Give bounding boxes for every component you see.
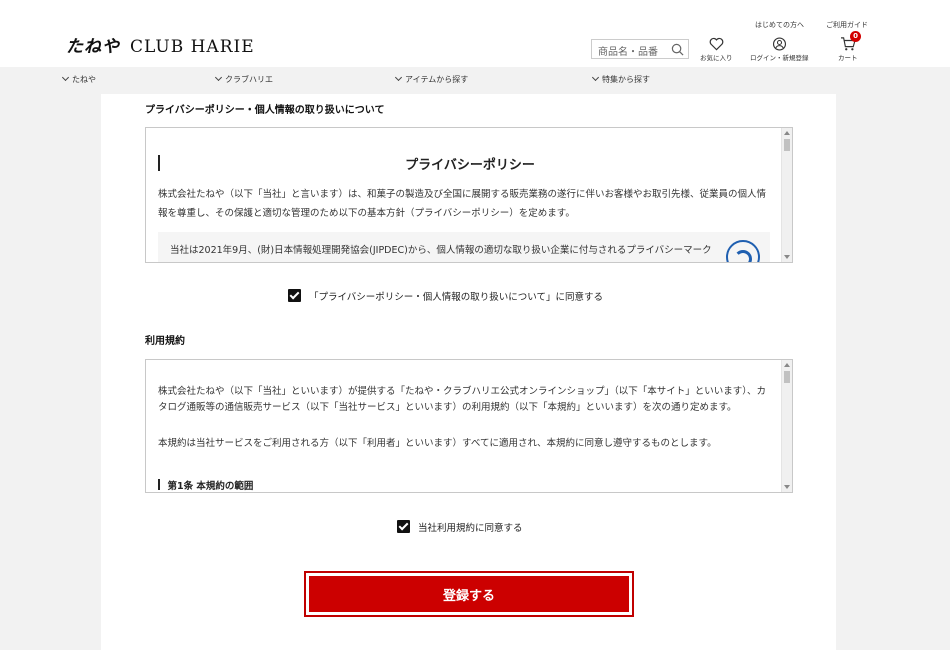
search-input[interactable] (592, 43, 668, 62)
chevron-down-icon (394, 73, 403, 82)
scroll-down-arrow-icon[interactable] (784, 255, 790, 259)
chevron-down-icon (61, 73, 70, 82)
login-button[interactable]: ログイン・新規登録 (750, 37, 809, 62)
terms-text-1: 株式会社たねや（以下「当社」といいます）が提供する「たねや・クラブハリエ公式オン… (158, 386, 767, 413)
nav-item-label: 特集から探す (602, 75, 650, 84)
cart-label: カート (838, 54, 858, 62)
terms-text-2: 本規約は当社サービスをご利用される方（以下「利用者」といいます）すべてに適用され… (158, 438, 717, 449)
favorites-label: お気に入り (700, 54, 733, 62)
cart-button[interactable]: 0 カート (838, 31, 861, 62)
site-logo[interactable]: たねや CLUB HARIE (66, 32, 255, 57)
privacy-policy-text: 株式会社たねや（以下「当社」と言います）は、和菓子の製造及び全国に展開する販売業… (158, 189, 767, 219)
global-nav: たねや クラブハリエ アイテムから探す 特集から探す (0, 67, 950, 94)
privacy-mark-text: 当社は2021年9月、(財)日本情報処理開発協会(JIPDEC)から、個人情報の… (170, 245, 712, 256)
cart-count-badge: 0 (850, 31, 861, 42)
logo-tanaya: たねや (66, 37, 120, 57)
terms-agree-checkbox[interactable]: 当社利用規約に同意する (397, 518, 523, 534)
privacy-agree-label: 「プライバシーポリシー・個人情報の取り扱いについて」に同意する (309, 292, 604, 303)
search-icon[interactable] (671, 43, 684, 56)
site-header: たねや CLUB HARIE はじめての方へ ご利用ガイド お気に入り ログイン・… (0, 0, 950, 67)
privacy-policy-heading: プライバシーポリシー (405, 158, 535, 173)
terms-agree-label: 当社利用規約に同意する (418, 523, 523, 534)
privacy-mark-seal-icon (726, 240, 760, 262)
terms-article-1-heading: 第1条 本規約の範囲 (158, 478, 253, 492)
heart-icon (709, 37, 724, 51)
user-icon (772, 37, 786, 51)
register-button[interactable]: 登録する (309, 576, 629, 612)
chevron-down-icon (214, 73, 223, 82)
chevron-down-icon (591, 73, 600, 82)
terms-scrollbox[interactable]: 株式会社たねや（以下「当社」といいます）が提供する「たねや・クラブハリエ公式オン… (145, 359, 793, 493)
scroll-up-arrow-icon[interactable] (784, 131, 790, 135)
terms-section-title: 利用規約 (145, 336, 185, 347)
main-content: プライバシーポリシー・個人情報の取り扱いについて プライバシーポリシー 株式会社… (101, 94, 836, 650)
scroll-thumb[interactable] (784, 139, 790, 151)
nav-item-features[interactable]: 特集から探す (591, 73, 650, 85)
nav-item-tanaya[interactable]: たねや (61, 73, 96, 85)
scroll-up-arrow-icon[interactable] (784, 363, 790, 367)
first-time-link[interactable]: はじめての方へ (755, 20, 804, 30)
privacy-agree-checkbox[interactable]: 「プライバシーポリシー・個人情報の取り扱いについて」に同意する (288, 287, 603, 303)
privacy-mark-note: 当社は2021年9月、(財)日本情報処理開発協会(JIPDEC)から、個人情報の… (158, 232, 770, 262)
favorites-button[interactable]: お気に入り (700, 37, 733, 62)
nav-item-label: アイテムから探す (405, 75, 469, 84)
privacy-section-title: プライバシーポリシー・個人情報の取り扱いについて (145, 105, 385, 116)
heading-bar (158, 479, 160, 490)
search-box (591, 39, 689, 62)
login-label: ログイン・新規登録 (750, 54, 809, 62)
guide-link[interactable]: ご利用ガイド (826, 20, 868, 30)
submit-button-frame: 登録する (304, 571, 634, 617)
nav-item-club-harie[interactable]: クラブハリエ (214, 73, 273, 85)
nav-item-label: クラブハリエ (225, 75, 273, 84)
nav-item-items[interactable]: アイテムから探す (394, 73, 469, 85)
checkbox-checked-icon[interactable] (288, 289, 301, 302)
scroll-down-arrow-icon[interactable] (784, 485, 790, 489)
checkbox-checked-icon[interactable] (397, 520, 410, 533)
logo-club-harie: CLUB HARIE (130, 37, 255, 57)
privacy-scrollbar[interactable] (781, 128, 792, 262)
nav-item-label: たねや (72, 75, 96, 84)
terms-scrollbar[interactable] (781, 360, 792, 492)
article-1-label: 第1条 本規約の範囲 (167, 481, 254, 492)
privacy-policy-scrollbox[interactable]: プライバシーポリシー 株式会社たねや（以下「当社」と言います）は、和菓子の製造及… (145, 127, 793, 263)
scroll-thumb[interactable] (784, 371, 790, 383)
